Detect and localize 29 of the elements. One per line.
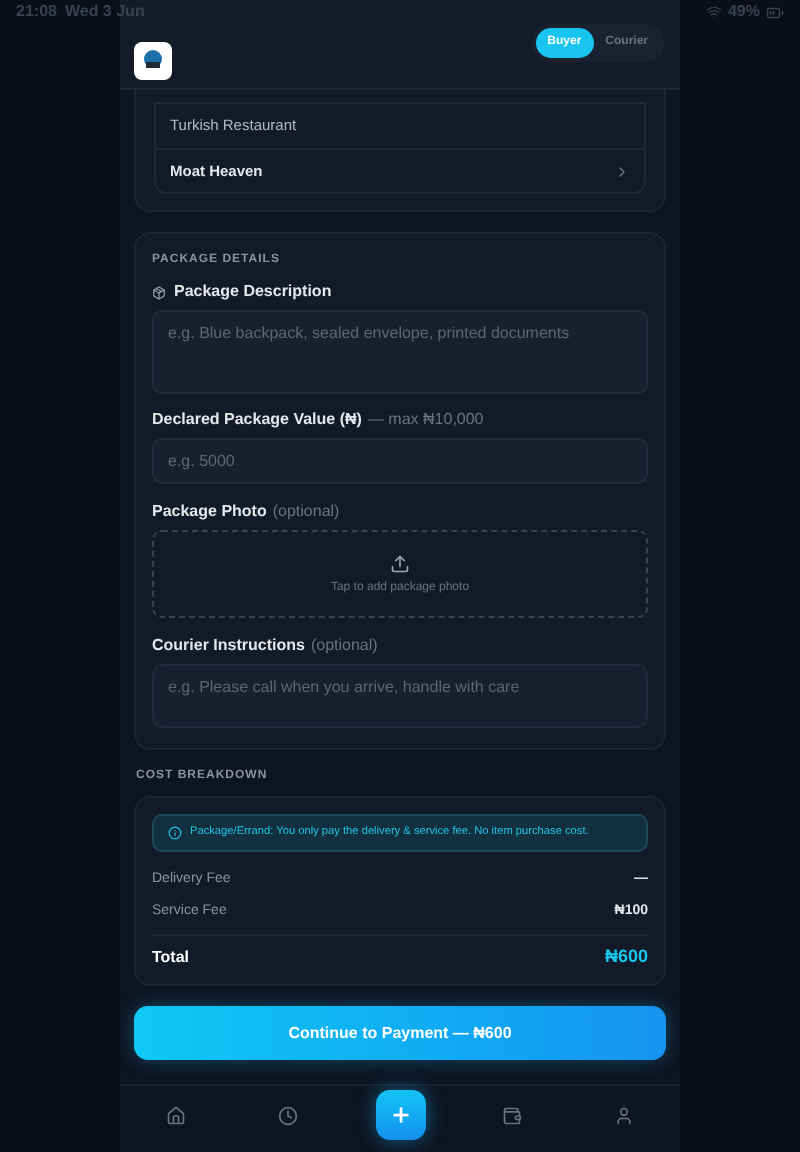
status-time: 21:08 — [16, 0, 57, 24]
description-field[interactable]: e.g. Blue backpack, sealed envelope, printed documents — [152, 310, 648, 394]
continue-button[interactable]: Continue to Payment — ₦600 — [134, 1006, 666, 1060]
total-value: ₦600 — [604, 946, 648, 968]
add-button[interactable] — [375, 1090, 425, 1140]
status-date: Wed 3 Jun — [64, 0, 145, 24]
field-label: Courier Instructions — [152, 636, 305, 654]
home-icon — [166, 1105, 186, 1125]
user-icon — [614, 1105, 634, 1125]
clock-icon — [278, 1105, 298, 1125]
battery-icon — [766, 3, 784, 21]
total-label: Total — [152, 946, 190, 968]
info-icon — [168, 826, 182, 840]
battery-level: 49% — [727, 0, 760, 24]
field-label: Package Description — [174, 282, 332, 302]
value-field[interactable]: e.g. 5000 — [152, 438, 648, 484]
package-icon — [152, 285, 166, 299]
plus-icon — [389, 1104, 411, 1126]
field-label: Package Photo — [152, 502, 267, 520]
field-hint: (optional) — [310, 636, 378, 654]
field-label: Declared Package Value (₦) — [152, 410, 362, 428]
app-logo — [134, 42, 172, 80]
wifi-icon — [705, 4, 722, 20]
instructions-field[interactable]: e.g. Please call when you arrive, handle with care — [152, 664, 648, 728]
field-hint: (optional) — [272, 502, 340, 520]
field-hint: — max ₦10,000 — [367, 410, 484, 428]
wallet-icon — [502, 1105, 522, 1125]
chevron-icon — [614, 163, 630, 179]
upload-icon — [390, 553, 410, 573]
